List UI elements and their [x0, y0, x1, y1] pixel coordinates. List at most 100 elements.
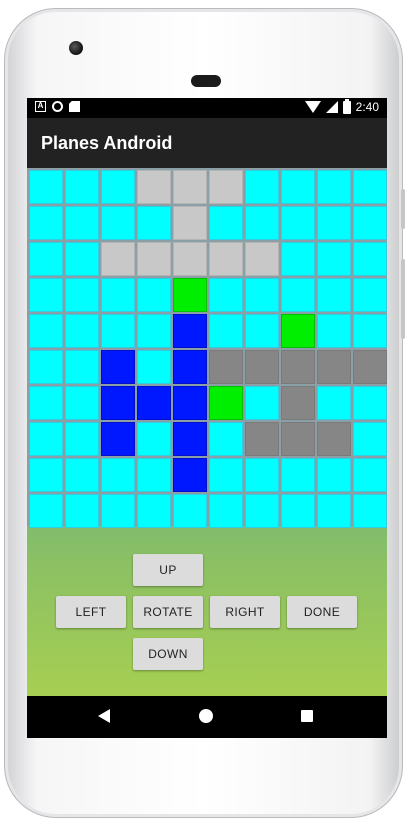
down-button[interactable]: DOWN [133, 638, 203, 670]
board-cell[interactable] [29, 206, 63, 240]
board-cell[interactable] [281, 386, 315, 420]
board-cell[interactable] [209, 350, 243, 384]
board-cell[interactable] [173, 458, 207, 492]
board-cell[interactable] [29, 314, 63, 348]
board-cell[interactable] [281, 314, 315, 348]
board-cell[interactable] [29, 242, 63, 276]
board-cell[interactable] [101, 350, 135, 384]
board-cell[interactable] [209, 206, 243, 240]
board-cell[interactable] [353, 494, 387, 528]
done-button[interactable]: DONE [287, 596, 357, 628]
board-cell[interactable] [353, 242, 387, 276]
board-cell[interactable] [65, 314, 99, 348]
board-cell[interactable] [173, 206, 207, 240]
right-button[interactable]: RIGHT [210, 596, 280, 628]
board-cell[interactable] [29, 386, 63, 420]
board-cell[interactable] [209, 386, 243, 420]
board-cell[interactable] [281, 422, 315, 456]
board-cell[interactable] [173, 170, 207, 204]
board-cell[interactable] [281, 242, 315, 276]
board-cell[interactable] [317, 278, 351, 312]
rotate-button[interactable]: ROTATE [133, 596, 203, 628]
board-cell[interactable] [353, 170, 387, 204]
board-cell[interactable] [245, 314, 279, 348]
board-cell[interactable] [317, 314, 351, 348]
board-cell[interactable] [209, 278, 243, 312]
board-cell[interactable] [317, 170, 351, 204]
board-cell[interactable] [245, 350, 279, 384]
board-cell[interactable] [137, 386, 171, 420]
board-cell[interactable] [101, 458, 135, 492]
board-cell[interactable] [101, 242, 135, 276]
board-cell[interactable] [353, 350, 387, 384]
board-cell[interactable] [353, 422, 387, 456]
board-cell[interactable] [317, 458, 351, 492]
board-cell[interactable] [29, 170, 63, 204]
board-cell[interactable] [245, 206, 279, 240]
board-cell[interactable] [29, 278, 63, 312]
board-cell[interactable] [317, 386, 351, 420]
board-cell[interactable] [173, 386, 207, 420]
board-cell[interactable] [29, 350, 63, 384]
board-cell[interactable] [173, 278, 207, 312]
board-cell[interactable] [65, 422, 99, 456]
board-cell[interactable] [281, 350, 315, 384]
board-cell[interactable] [65, 278, 99, 312]
board-cell[interactable] [209, 242, 243, 276]
board-cell[interactable] [353, 206, 387, 240]
board-cell[interactable] [65, 170, 99, 204]
board-cell[interactable] [173, 350, 207, 384]
board-cell[interactable] [101, 422, 135, 456]
board-cell[interactable] [137, 422, 171, 456]
board-cell[interactable] [65, 458, 99, 492]
board-cell[interactable] [245, 170, 279, 204]
board-cell[interactable] [65, 494, 99, 528]
board-cell[interactable] [317, 206, 351, 240]
board-cell[interactable] [281, 170, 315, 204]
board-cell[interactable] [281, 206, 315, 240]
board-cell[interactable] [65, 386, 99, 420]
board-cell[interactable] [245, 422, 279, 456]
board-cell[interactable] [173, 314, 207, 348]
board-cell[interactable] [173, 242, 207, 276]
back-icon[interactable] [98, 709, 110, 723]
board-cell[interactable] [353, 386, 387, 420]
board-cell[interactable] [281, 494, 315, 528]
board-cell[interactable] [101, 494, 135, 528]
board-cell[interactable] [245, 278, 279, 312]
board-cell[interactable] [245, 494, 279, 528]
board-cell[interactable] [245, 458, 279, 492]
board-cell[interactable] [101, 170, 135, 204]
board-cell[interactable] [209, 422, 243, 456]
board-cell[interactable] [317, 422, 351, 456]
board-cell[interactable] [281, 458, 315, 492]
board-cell[interactable] [137, 278, 171, 312]
board-cell[interactable] [101, 206, 135, 240]
board-cell[interactable] [209, 494, 243, 528]
board-cell[interactable] [137, 242, 171, 276]
board-cell[interactable] [101, 314, 135, 348]
board-cell[interactable] [137, 206, 171, 240]
home-icon[interactable] [199, 709, 213, 723]
board-cell[interactable] [137, 494, 171, 528]
board-cell[interactable] [281, 278, 315, 312]
board-cell[interactable] [317, 242, 351, 276]
board-cell[interactable] [173, 422, 207, 456]
board-cell[interactable] [65, 350, 99, 384]
recents-icon[interactable] [301, 710, 313, 722]
board-cell[interactable] [137, 314, 171, 348]
board-cell[interactable] [245, 386, 279, 420]
board-cell[interactable] [65, 242, 99, 276]
board-cell[interactable] [245, 242, 279, 276]
board-cell[interactable] [209, 170, 243, 204]
up-button[interactable]: UP [133, 554, 203, 586]
board-cell[interactable] [353, 314, 387, 348]
board-cell[interactable] [317, 350, 351, 384]
board-cell[interactable] [65, 206, 99, 240]
board-cell[interactable] [29, 458, 63, 492]
board-cell[interactable] [101, 386, 135, 420]
board-cell[interactable] [173, 494, 207, 528]
left-button[interactable]: LEFT [56, 596, 126, 628]
board-cell[interactable] [209, 458, 243, 492]
board-cell[interactable] [101, 278, 135, 312]
